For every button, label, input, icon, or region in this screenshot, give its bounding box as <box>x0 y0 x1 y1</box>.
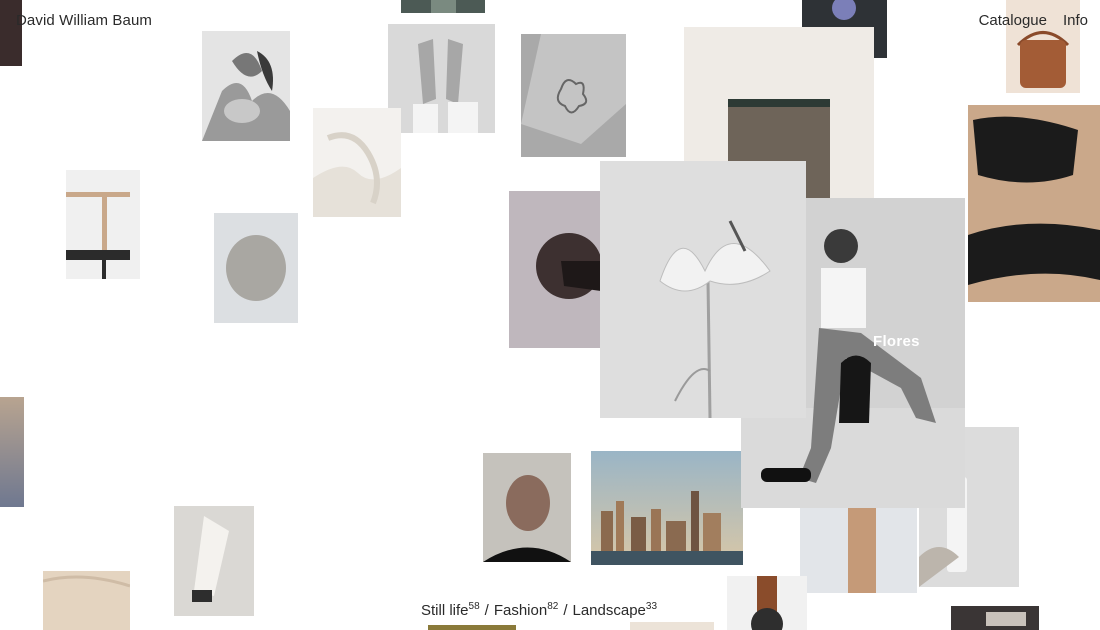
category-landscape[interactable]: Landscape33 <box>572 601 658 619</box>
category-label: Fashion <box>493 602 548 619</box>
photo-lily-large[interactable] <box>600 161 806 418</box>
photo-lily-closeup[interactable] <box>202 31 290 141</box>
featured-project-label[interactable]: Flores <box>873 333 920 350</box>
photo-edge-left-gradient[interactable] <box>0 397 24 507</box>
photo-wood-object[interactable] <box>800 508 917 593</box>
photo-lingerie[interactable] <box>968 105 1100 302</box>
photo-bottom-fragment-2[interactable] <box>630 622 714 630</box>
photo-legs-shoes[interactable] <box>388 24 495 133</box>
photo-edge-top-left[interactable] <box>0 0 22 66</box>
category-separator: / <box>484 602 489 619</box>
photo-wrist-watch[interactable] <box>727 576 807 630</box>
category-count: 82 <box>547 601 559 612</box>
photo-city-skyline[interactable] <box>591 451 743 565</box>
category-still-life[interactable]: Still life58 <box>421 601 480 619</box>
photo-helmet[interactable] <box>509 191 601 348</box>
category-separator: / <box>563 602 568 619</box>
photo-stone-disc[interactable] <box>214 213 298 323</box>
photo-bottom-fragment-3[interactable] <box>951 606 1039 630</box>
photo-portrait-man[interactable] <box>483 453 571 562</box>
photo-beige-fabric[interactable] <box>43 571 130 630</box>
nav-info-link[interactable]: Info <box>1063 12 1088 29</box>
photo-shadow-shape[interactable] <box>521 34 626 157</box>
nav-catalogue-link[interactable]: Catalogue <box>979 12 1047 29</box>
site-title[interactable]: David William Baum <box>16 12 152 29</box>
photo-bottom-fragment-1[interactable] <box>428 625 516 630</box>
category-filter: Still life58/Fashion82/Landscape33 <box>421 601 657 619</box>
category-fashion[interactable]: Fashion82 <box>493 601 559 619</box>
category-count: 33 <box>645 601 658 612</box>
photo-cream-texture[interactable] <box>313 108 401 217</box>
photo-cream-tube[interactable] <box>174 506 254 616</box>
category-count: 58 <box>468 601 480 612</box>
category-label: Still life <box>421 602 469 619</box>
photo-wood-stool[interactable] <box>66 170 140 279</box>
category-label: Landscape <box>572 602 646 619</box>
photo-edge-top-strip[interactable] <box>401 0 485 13</box>
top-nav: Catalogue Info <box>979 12 1088 29</box>
